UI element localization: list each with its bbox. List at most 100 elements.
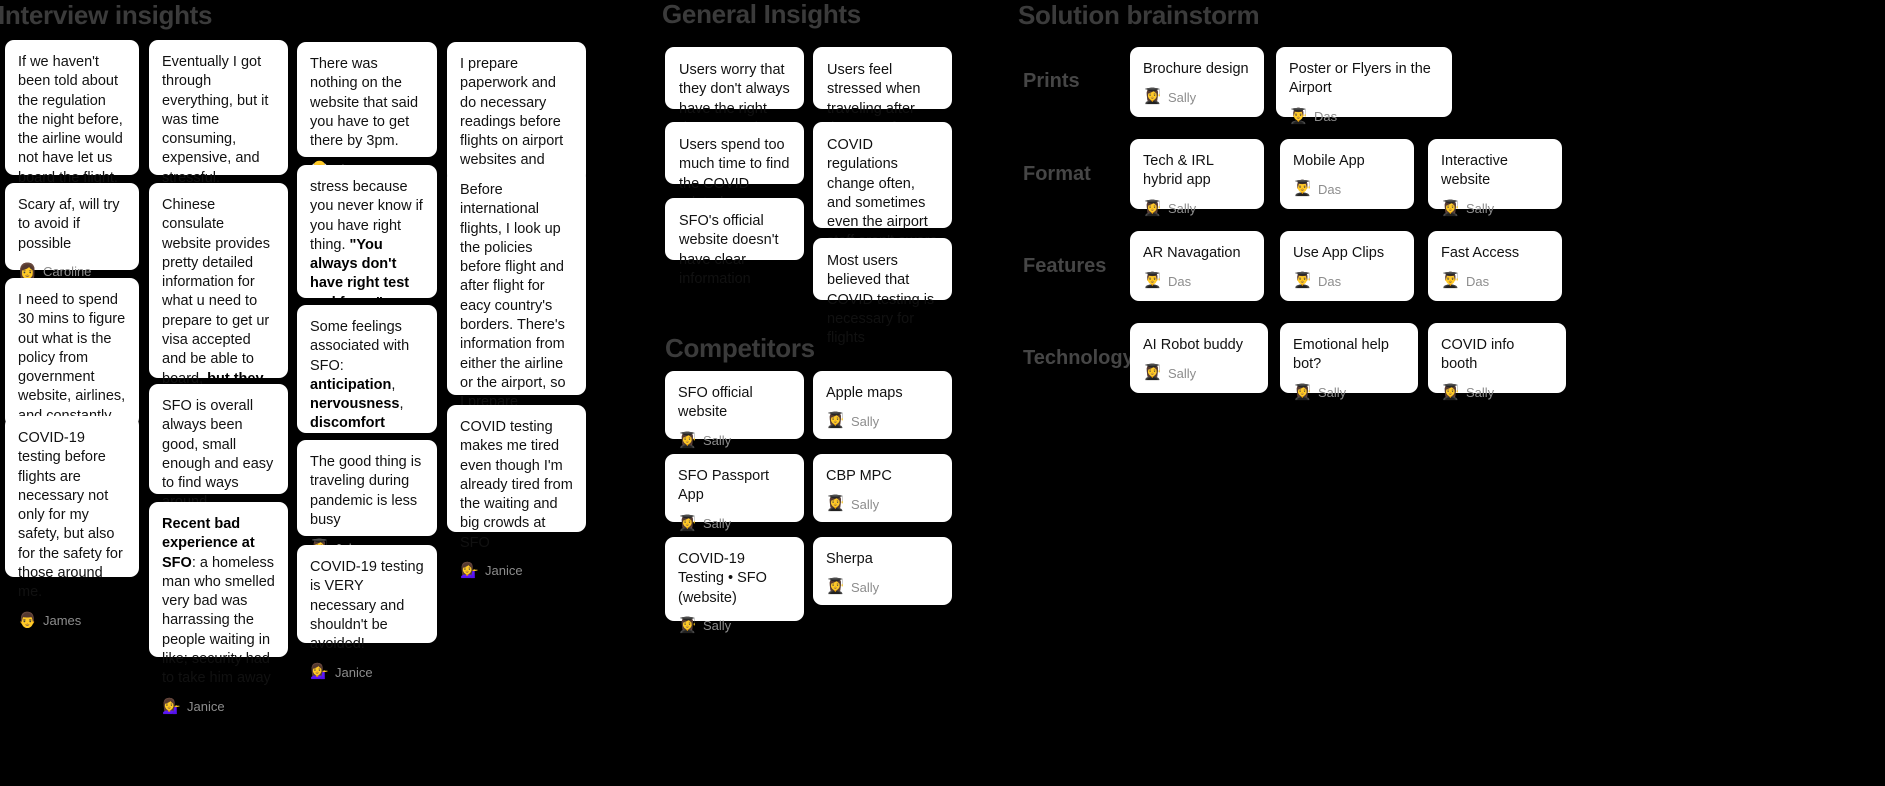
avatar-icon: 👨‍🎓 [1143, 272, 1162, 290]
card-author: 👩‍🎓 Sally [678, 608, 791, 635]
avatar-icon: 💁‍♀️ [460, 561, 479, 579]
section-title-solution-brainstorm: Solution brainstorm [1018, 0, 1260, 30]
sticky-card[interactable]: If we haven't been told about the regula… [5, 40, 139, 214]
author-name: Sally [1466, 385, 1495, 401]
sticky-card[interactable]: Some feelings associated with SFO: antic… [297, 305, 437, 460]
avatar-icon: 👩‍🎓 [1143, 364, 1162, 382]
card-text: Emotional help bot? [1293, 337, 1389, 373]
card-text: AI Robot buddy [1143, 337, 1243, 353]
author-name: Sally [1168, 201, 1197, 217]
author-name: Sally [1466, 201, 1495, 217]
brainstorm-card[interactable]: AR Navagation 👨‍🎓 Das [1130, 231, 1264, 301]
brainstorm-card[interactable]: Emotional help bot? 👩‍🎓 Sally [1280, 323, 1418, 401]
sticky-card[interactable]: Chinese consulate website provides prett… [149, 183, 288, 492]
card-text: Poster or Flyers in the Airport [1289, 61, 1431, 97]
card-author: 👩‍🎓 Sally [678, 506, 791, 533]
sticky-card[interactable]: I need to spend 30 mins to figure out wh… [5, 278, 139, 491]
sticky-card[interactable]: COVID-19 testing before flights are nece… [5, 416, 139, 629]
avatar-icon: 👩‍🎓 [1293, 383, 1312, 401]
card-text: The good thing is traveling during pande… [310, 454, 422, 528]
brainstorm-card[interactable]: Fast Access 👨‍🎓 Das [1428, 231, 1562, 301]
card-text: Interactive website [1441, 153, 1508, 189]
card-author: 👨 James [18, 603, 126, 630]
sticky-card[interactable]: COVID testing makes me tired even though… [447, 405, 586, 579]
brainstorm-card[interactable]: Poster or Flyers in the Airport 👨‍🎓 Das [1276, 47, 1452, 125]
card-text: Use App Clips [1293, 245, 1385, 261]
author-name: Sally [1168, 89, 1197, 105]
sticky-card[interactable]: Before international flights, I look up … [447, 168, 586, 477]
avatar-icon: 👨‍🎓 [1441, 272, 1460, 290]
brainstorm-row-label-format: Format [1023, 163, 1091, 185]
competitor-card[interactable]: SFO official website 👩‍🎓 Sally [665, 371, 804, 449]
brainstorm-card[interactable]: Interactive website 👩‍🎓 Sally [1428, 139, 1562, 217]
author-name: Janice [187, 699, 225, 715]
card-author: 👨‍🎓 Das [1289, 99, 1439, 126]
card-text: SFO Passport App [678, 468, 770, 504]
card-text: Tech & IRL hybrid app [1143, 153, 1214, 189]
card-text: Apple maps [826, 385, 903, 401]
avatar-icon: 👩‍🎓 [1441, 199, 1460, 217]
sticky-card[interactable]: stress because you never know if you hav… [297, 165, 437, 339]
avatar-icon: 👩‍🎓 [1143, 199, 1162, 217]
insight-card[interactable]: SFO's official website doesn't have clea… [665, 198, 804, 287]
sticky-card[interactable]: SFO is overall always been good, small e… [149, 384, 288, 539]
avatar-icon: 💁‍♀️ [310, 663, 329, 681]
card-text: SFO's official website doesn't have clea… [679, 213, 779, 287]
insight-card[interactable]: Users worry that they don't always have … [665, 47, 804, 136]
brainstorm-card[interactable]: Brochure design 👩‍🎓 Sally [1130, 47, 1264, 117]
author-name: Sally [851, 496, 880, 512]
sticky-card[interactable]: Recent bad experience at SFO: a homeless… [149, 502, 288, 715]
author-name: Sally [703, 618, 732, 634]
card-author: 👨‍🎓 Das [1143, 263, 1251, 290]
card-text: Sherpa [826, 551, 873, 567]
brainstorm-card[interactable]: Tech & IRL hybrid app 👩‍🎓 Sally [1130, 139, 1264, 217]
brainstorm-card[interactable]: COVID info booth 👩‍🎓 Sally [1428, 323, 1566, 401]
section-title-competitors: Competitors [665, 333, 815, 363]
sticky-card[interactable]: Scary af, will try to avoid if possible … [5, 183, 139, 280]
author-name: Sally [851, 413, 880, 429]
card-text: Some feelings associated with SFO: antic… [310, 319, 410, 432]
sticky-card[interactable]: Eventually I got through everything, but… [149, 40, 288, 214]
competitor-card[interactable]: COVID-19 Testing • SFO (website) 👩‍🎓 Sal… [665, 537, 804, 634]
competitor-card[interactable]: Apple maps 👩‍🎓 Sally [813, 371, 952, 439]
brainstorm-row-label-prints: Prints [1023, 70, 1080, 92]
competitor-card[interactable]: Sherpa 👩‍🎓 Sally [813, 537, 952, 605]
avatar-icon: 👩‍🎓 [678, 616, 697, 634]
sticky-card[interactable]: COVID-19 testing is VERY necessary and s… [297, 545, 437, 680]
brainstorm-card[interactable]: Use App Clips 👨‍🎓 Das [1280, 231, 1414, 301]
whiteboard-canvas: Interview insights General Insights Comp… [0, 0, 1885, 786]
author-name: Das [1318, 273, 1342, 289]
sticky-card[interactable]: There was nothing on the website that sa… [297, 42, 437, 177]
sticky-card[interactable]: The good thing is traveling during pande… [297, 440, 437, 556]
competitor-card[interactable]: SFO Passport App 👩‍🎓 Sally [665, 454, 804, 532]
competitor-card[interactable]: CBP MPC 👩‍🎓 Sally [813, 454, 952, 522]
card-text: If we haven't been told about the regula… [18, 54, 123, 186]
sticky-card[interactable]: I prepare paperwork and do necessary rea… [447, 42, 586, 255]
author-name: James [43, 613, 82, 629]
brainstorm-card[interactable]: Mobile App 👨‍🎓 Das [1280, 139, 1414, 209]
card-text: There was nothing on the website that sa… [310, 56, 419, 150]
brainstorm-card[interactable]: AI Robot buddy 👩‍🎓 Sally [1130, 323, 1268, 393]
card-text: COVID-19 testing before flights are nece… [18, 430, 123, 601]
card-text: Most users believed that COVID testing i… [827, 253, 935, 347]
card-text: COVID-19 testing is VERY necessary and s… [310, 559, 424, 653]
insight-card[interactable]: Most users believed that COVID testing i… [813, 238, 952, 346]
avatar-icon: 👨‍🎓 [1289, 107, 1308, 125]
card-author: 💁‍♀️ Janice [162, 689, 275, 716]
insight-card[interactable]: COVID regulations change often, and some… [813, 122, 952, 269]
card-author: 👩‍🎓 Sally [1441, 375, 1553, 402]
card-author: 👩 Caroline [18, 254, 126, 281]
insight-card[interactable]: Users spend too much time to find the CO… [665, 122, 804, 230]
avatar-icon: 👩‍🎓 [826, 578, 845, 596]
card-author: 👩‍🎓 Sally [826, 486, 939, 513]
avatar-icon: 👩‍🎓 [678, 431, 697, 449]
card-author: 💁‍♀️ Janice [310, 654, 424, 681]
avatar-icon: 👨 [18, 611, 37, 629]
author-name: Das [1314, 109, 1338, 125]
card-author: 💁‍♀️ Janice [460, 553, 573, 580]
author-name: Sally [1168, 365, 1197, 381]
author-name: Sally [1318, 385, 1347, 401]
author-name: Janice [335, 664, 373, 680]
card-text: Mobile App [1293, 153, 1365, 169]
insight-card[interactable]: Users feel stressed when traveling after… [813, 47, 952, 155]
